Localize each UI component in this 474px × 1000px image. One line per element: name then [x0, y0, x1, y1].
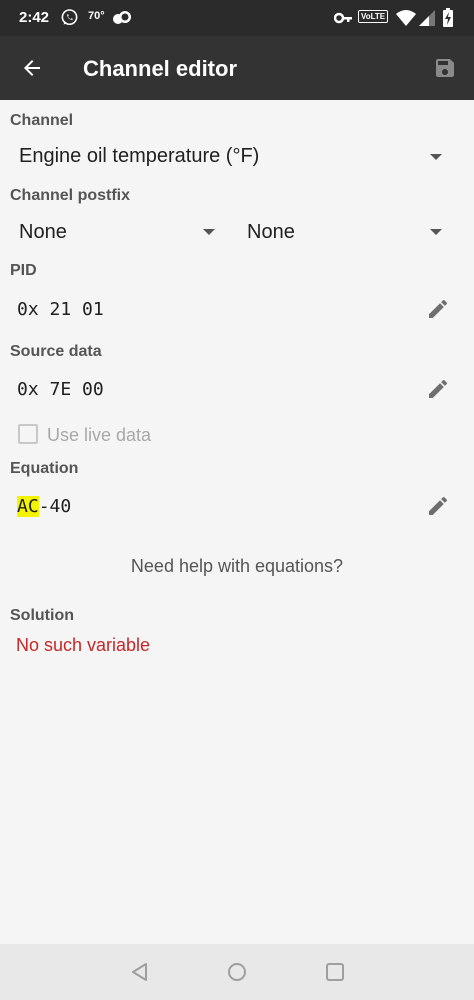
pencil-icon[interactable]	[426, 377, 450, 401]
dropdown-caret-icon	[430, 154, 442, 160]
pid-value: 0x 21 01	[17, 299, 104, 320]
status-temperature: 70°	[88, 10, 105, 22]
channel-value: Engine oil temperature (°F)	[19, 145, 260, 167]
save-icon[interactable]	[433, 56, 457, 80]
dropdown-caret-icon	[203, 229, 215, 235]
home-circle-icon[interactable]	[226, 961, 248, 983]
equation-value: AC-40	[17, 496, 71, 517]
recents-square-icon[interactable]	[324, 961, 346, 983]
pencil-icon[interactable]	[426, 297, 450, 321]
status-bar: 2:42 70° VoLTE	[0, 0, 474, 36]
arrow-back-icon[interactable]	[20, 56, 44, 80]
channel-dropdown[interactable]: Engine oil temperature (°F)	[19, 145, 449, 173]
volte-badge: VoLTE	[358, 10, 389, 23]
source-data-label: Source data	[10, 343, 102, 360]
channel-postfix-label: Channel postfix	[10, 187, 131, 204]
back-triangle-icon[interactable]	[129, 961, 151, 983]
app-bar: Channel editor	[0, 36, 474, 100]
use-live-data-checkbox[interactable]	[18, 424, 38, 444]
key-icon	[334, 12, 352, 24]
use-live-data-label: Use live data	[47, 425, 152, 445]
channel-label: Channel	[10, 112, 74, 129]
dropdown-caret-icon	[430, 229, 442, 235]
equation-rest: -40	[38, 496, 72, 517]
equation-help-link[interactable]: Need help with equations?	[0, 556, 474, 577]
source-data-value: 0x 7E 00	[17, 379, 104, 400]
postfix-dropdown-2[interactable]: None	[247, 221, 447, 249]
equation-variable-highlight: AC	[17, 496, 39, 517]
postfix-value-1: None	[19, 221, 67, 243]
cloud-icon	[113, 11, 131, 24]
pid-label: PID	[10, 262, 37, 279]
solution-value: No such variable	[16, 635, 151, 655]
battery-charging-icon	[443, 8, 453, 27]
whatsapp-icon	[61, 9, 78, 26]
signal-icon	[419, 10, 435, 26]
pencil-icon[interactable]	[426, 494, 450, 518]
solution-label: Solution	[10, 607, 74, 624]
status-time: 2:42	[19, 9, 50, 26]
page-title: Channel editor	[83, 56, 238, 81]
equation-label: Equation	[10, 460, 79, 477]
navigation-bar	[0, 944, 474, 1000]
wifi-icon	[396, 10, 416, 26]
postfix-dropdown-1[interactable]: None	[19, 221, 219, 249]
postfix-value-2: None	[247, 221, 295, 243]
